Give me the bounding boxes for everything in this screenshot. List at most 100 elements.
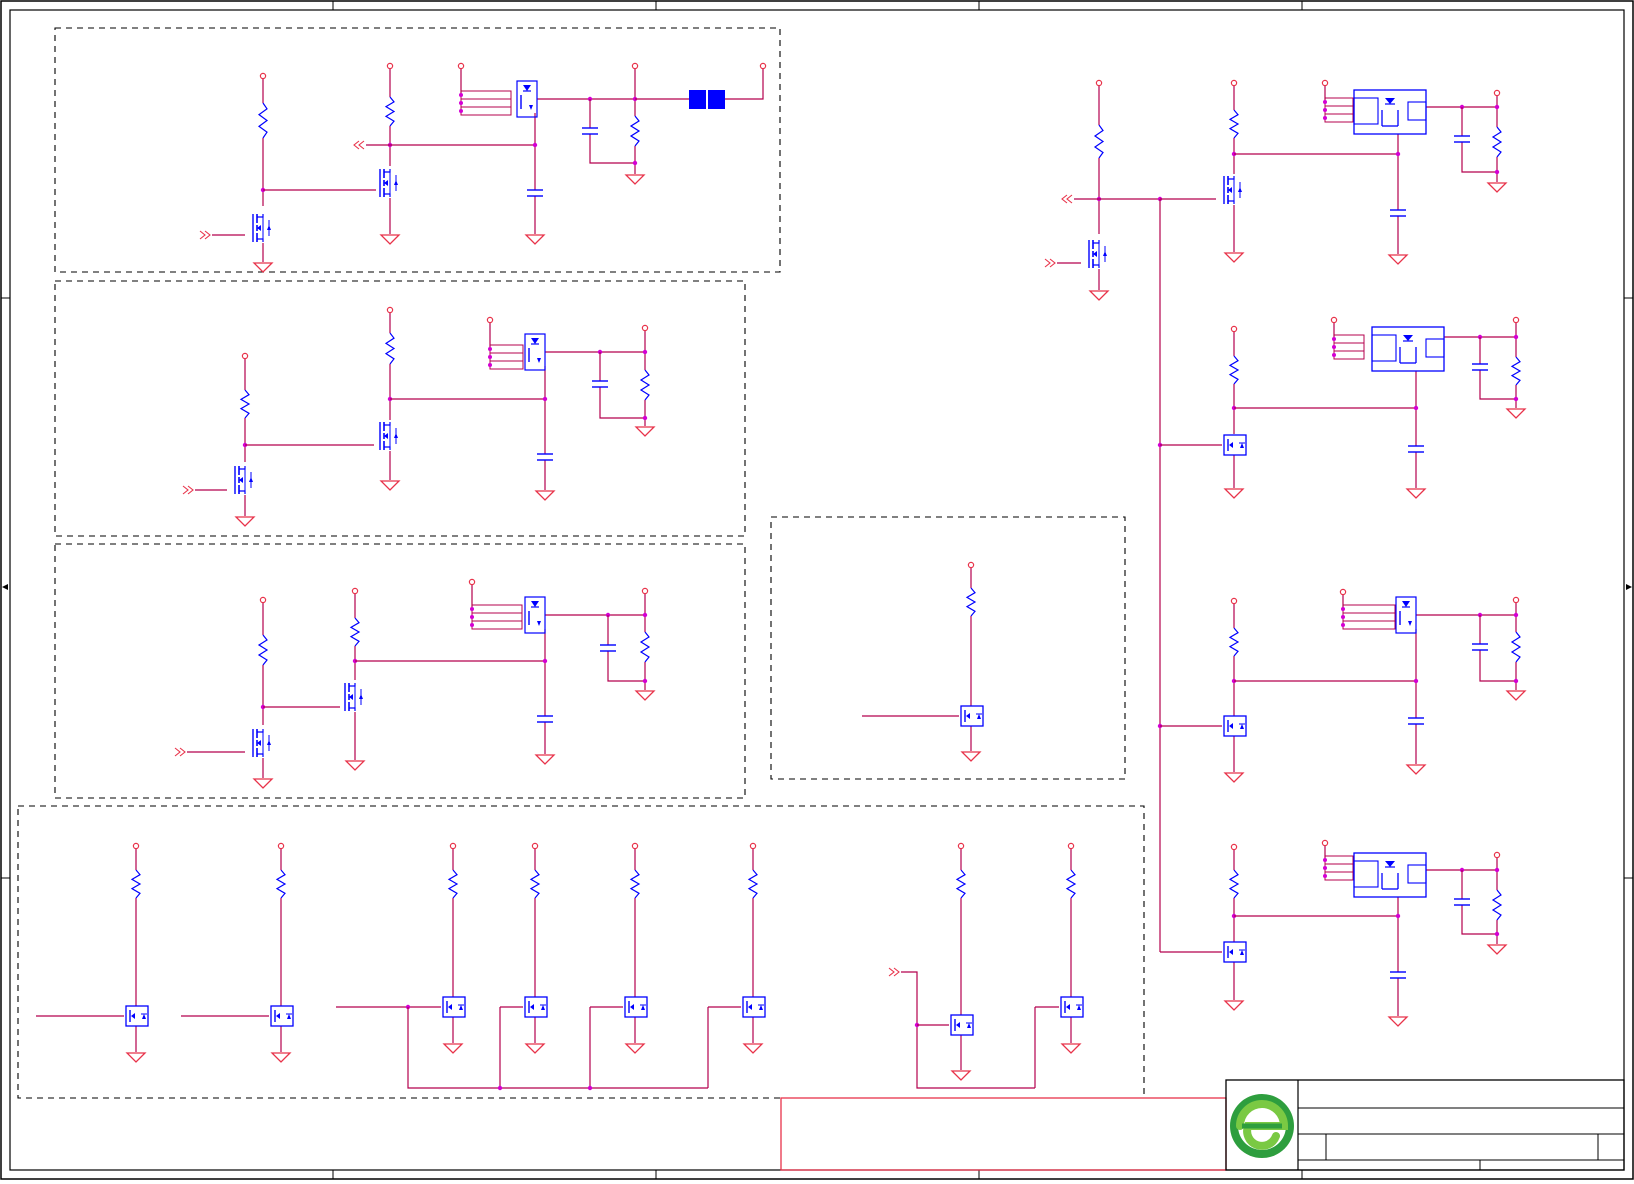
resistor	[529, 869, 541, 899]
power-pin-icon	[457, 62, 465, 70]
load-switch-icon	[1371, 326, 1445, 372]
ground-icon	[624, 1043, 646, 1054]
resistor	[639, 631, 651, 663]
power-pin-icon	[631, 62, 639, 70]
resistor	[130, 869, 142, 899]
junction-dot	[542, 396, 548, 402]
power-pin-icon	[1095, 79, 1103, 87]
junction-dot	[497, 1085, 503, 1091]
ground-icon	[1223, 488, 1245, 499]
junction-dot	[1513, 396, 1519, 402]
resistor	[965, 587, 977, 617]
power-pin-icon	[1321, 839, 1329, 847]
power-pin-icon	[351, 587, 359, 595]
group-lower-left	[54, 543, 746, 799]
power-pin-icon	[259, 596, 267, 604]
mosfet-box-icon	[1223, 715, 1247, 737]
power-pin-icon	[468, 578, 476, 586]
capacitor	[1472, 643, 1488, 651]
resistor	[384, 332, 396, 365]
power-pin-icon	[1230, 597, 1238, 605]
junction-dot	[642, 612, 648, 618]
resistor	[629, 115, 641, 147]
junction-dot	[1413, 678, 1419, 684]
power-pin-icon	[1330, 316, 1338, 324]
junction-dot	[642, 349, 648, 355]
resistor	[447, 869, 459, 899]
power-pin-icon	[641, 587, 649, 595]
wire	[1461, 905, 1497, 935]
group-mid-left	[54, 280, 746, 537]
ground-icon	[252, 778, 274, 789]
power-pin-icon	[1230, 843, 1238, 851]
ground-icon	[1505, 408, 1527, 419]
connector-icon	[1323, 855, 1354, 881]
ground-icon	[1486, 182, 1508, 193]
power-pin-icon	[749, 842, 757, 850]
power-pin-icon	[531, 842, 539, 850]
offsheet-input-icon	[1044, 258, 1056, 268]
wire	[1479, 650, 1516, 682]
power-pin-icon	[1493, 851, 1501, 859]
ground-icon	[1387, 1016, 1409, 1027]
connector-icon	[1323, 97, 1354, 123]
frame-revision-box	[780, 1097, 1227, 1171]
resistor	[1228, 627, 1240, 657]
junction-dot	[1494, 104, 1500, 110]
pmos-switch-icon	[524, 333, 546, 371]
ground-icon	[1405, 488, 1427, 499]
power-pin-icon	[449, 842, 457, 850]
ground-icon	[950, 1070, 972, 1081]
wire	[599, 387, 645, 419]
ground-icon	[742, 1043, 764, 1054]
connector-icon	[488, 344, 524, 370]
resistor	[239, 389, 251, 419]
power-pin-icon	[386, 306, 394, 314]
capacitor	[1454, 898, 1470, 906]
mosfet-box-icon	[742, 996, 766, 1018]
group-bottom	[17, 805, 1145, 1099]
outer-border	[0, 0, 1634, 1180]
capacitor	[537, 715, 553, 723]
center-mark-left	[2, 584, 8, 590]
ground-icon	[1405, 764, 1427, 775]
ground-icon	[379, 480, 401, 491]
capacitor	[582, 127, 598, 135]
junction-dot	[642, 415, 648, 421]
resistor	[275, 869, 287, 899]
ground-icon	[234, 516, 256, 527]
capacitor	[1390, 971, 1406, 979]
junction-dot	[542, 658, 548, 664]
resistor	[1510, 631, 1522, 663]
resistor	[1228, 109, 1240, 139]
mosfet-box-icon	[1223, 434, 1247, 456]
connector-icon	[470, 604, 523, 630]
center-mark-right	[1626, 584, 1632, 590]
junction-dot	[1513, 612, 1519, 618]
resistor	[1491, 126, 1503, 158]
schematic-drawing	[0, 0, 1634, 1180]
resistor	[1093, 124, 1105, 159]
connector-icon	[1332, 334, 1365, 360]
mosfet-box-icon	[624, 996, 648, 1018]
offsheet-input-icon	[888, 967, 900, 977]
capacitor	[537, 453, 553, 461]
junction-dot	[1513, 678, 1519, 684]
mosfet-box-icon	[442, 996, 466, 1018]
capacitor	[1390, 209, 1406, 217]
ground-icon	[624, 174, 646, 185]
resistor	[747, 869, 759, 899]
resistor	[257, 634, 269, 666]
power-pin-icon	[641, 324, 649, 332]
power-pin-icon	[241, 352, 249, 360]
power-pin-icon	[386, 62, 394, 70]
resistor	[629, 869, 641, 899]
mosfet-box-icon	[524, 996, 548, 1018]
ground-icon	[270, 1052, 292, 1063]
logo-icon	[1230, 1094, 1294, 1158]
power-pin-icon	[967, 561, 975, 569]
power-pin-icon	[1230, 325, 1238, 333]
power-pin-icon	[759, 62, 767, 70]
resistor	[1510, 356, 1522, 386]
mosfet-icon	[252, 214, 271, 242]
